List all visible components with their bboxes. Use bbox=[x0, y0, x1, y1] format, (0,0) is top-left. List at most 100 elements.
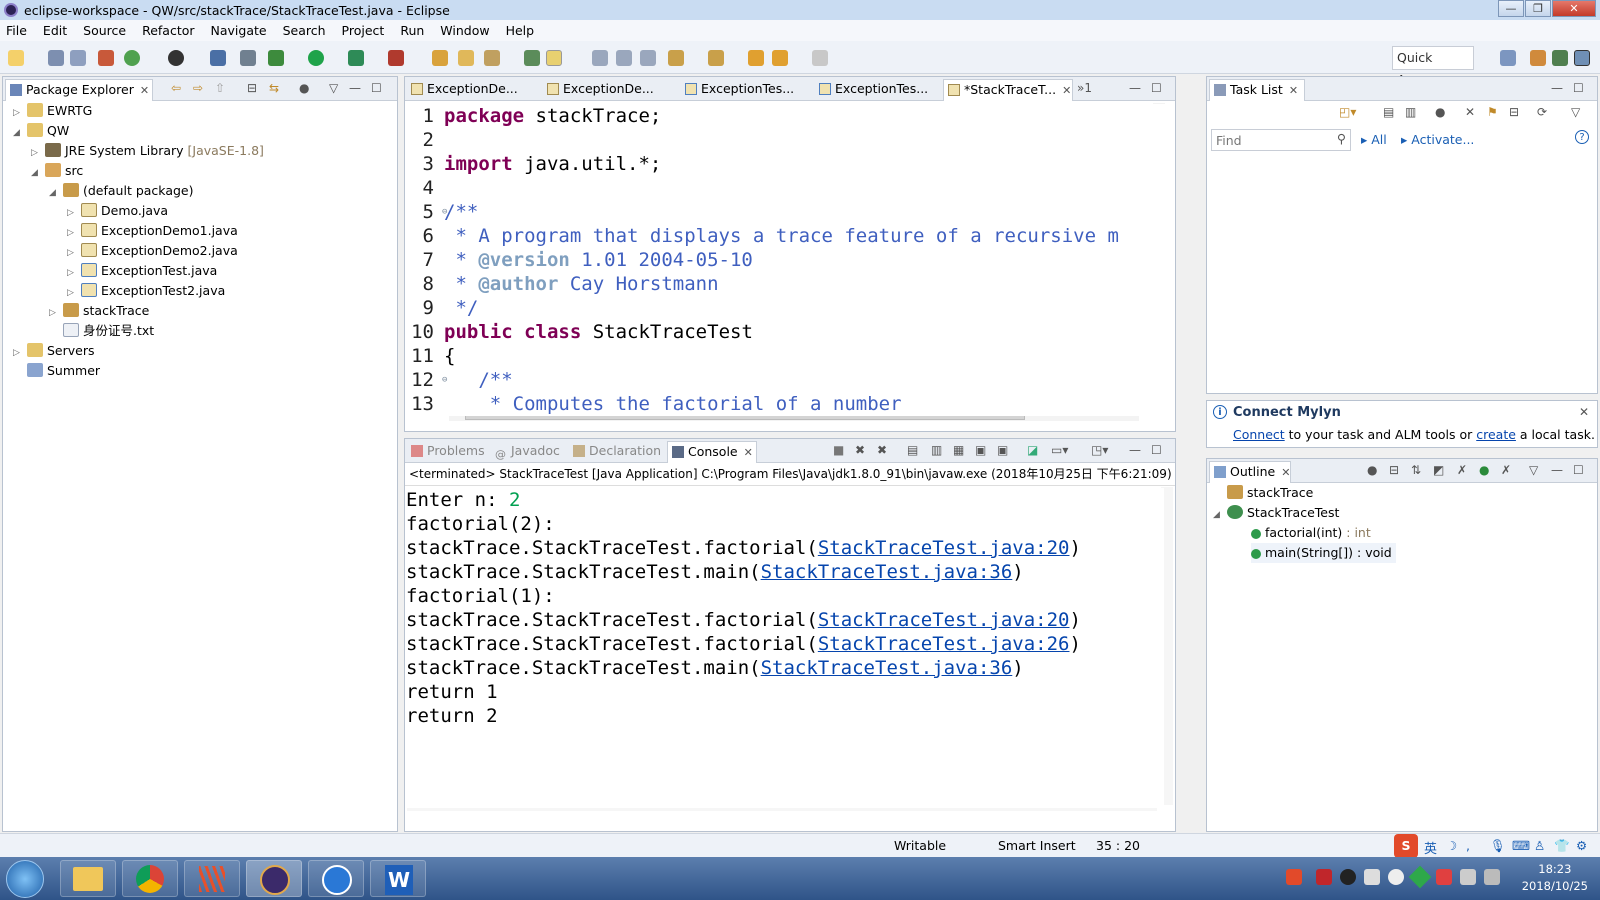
tab-package-explorer[interactable]: Package Explorer ✕ bbox=[5, 79, 153, 101]
pin-console-icon[interactable]: ◪ bbox=[1027, 443, 1038, 457]
all-link[interactable]: ▸ All bbox=[1361, 132, 1387, 147]
code-line[interactable]: 4 bbox=[406, 176, 1166, 200]
skip-breakpoints-icon[interactable] bbox=[240, 50, 256, 66]
open-task-icon[interactable] bbox=[458, 50, 474, 66]
taskbar-eclipse[interactable] bbox=[246, 860, 302, 897]
tab-declaration[interactable]: Declaration bbox=[569, 441, 665, 463]
settings-icon[interactable]: ⚙ bbox=[1576, 838, 1587, 853]
outline-class[interactable]: ◢ StackTraceTest bbox=[1213, 503, 1339, 523]
new-icon[interactable] bbox=[8, 50, 24, 66]
code-line[interactable]: 2 bbox=[406, 128, 1166, 152]
microphone-icon[interactable]: 🎙 bbox=[1490, 838, 1506, 854]
code-line[interactable]: 3 import java.util.*; bbox=[406, 152, 1166, 176]
close-tab-icon[interactable]: ✕ bbox=[140, 84, 149, 97]
scheduled-icon[interactable]: ▥ bbox=[1405, 105, 1416, 119]
block-selection-icon[interactable] bbox=[592, 50, 608, 66]
server-icon[interactable] bbox=[168, 50, 184, 66]
categorized-icon[interactable]: ▤ bbox=[1383, 105, 1394, 119]
fold-toggle-icon[interactable]: ⊖ bbox=[442, 200, 447, 224]
tree-item-ewrtg[interactable]: ▷ EWRTG bbox=[13, 101, 92, 121]
close-mylyn-icon[interactable]: ✕ bbox=[1579, 405, 1589, 419]
start-button[interactable] bbox=[6, 860, 44, 898]
close-tab-icon[interactable]: ✕ bbox=[1062, 84, 1071, 97]
tab-stacktracetest[interactable]: *StackTraceT... ✕ bbox=[943, 79, 1073, 101]
outline-method-main[interactable]: main(String[]) : void bbox=[1251, 543, 1396, 563]
maximize-view-icon[interactable]: ☐ bbox=[1151, 443, 1162, 457]
run-icon[interactable] bbox=[308, 50, 324, 66]
tree-item-exceptiontest2[interactable]: ▷ ExceptionTest2.java bbox=[67, 281, 225, 301]
tray-network-icon[interactable] bbox=[1364, 869, 1380, 885]
open-console-icon[interactable]: ◳▾ bbox=[1091, 443, 1108, 457]
close-button[interactable]: ✕ bbox=[1552, 0, 1596, 17]
sort-icon[interactable]: ⇅ bbox=[1411, 463, 1421, 477]
stacktrace-link[interactable]: StackTraceTest.java:26 bbox=[818, 633, 1070, 655]
ime-punct-icon[interactable]: , bbox=[1466, 838, 1470, 853]
maximize-view-icon[interactable]: ☐ bbox=[1573, 81, 1584, 95]
fold-toggle-icon[interactable]: ⊖ bbox=[442, 368, 447, 392]
focus-workweek-icon[interactable]: ● bbox=[1435, 105, 1445, 119]
up-nav-icon[interactable]: ⇧ bbox=[215, 81, 225, 95]
user-icon[interactable]: ♙ bbox=[1534, 838, 1545, 853]
code-line[interactable]: 6 * A program that displays a trace feat… bbox=[406, 224, 1166, 248]
focus-icon[interactable]: ● bbox=[299, 81, 309, 95]
code-line[interactable]: 1 package stackTrace; bbox=[406, 104, 1166, 128]
scroll-lock-icon[interactable]: ▥ bbox=[931, 443, 942, 457]
hide-non-public-icon[interactable]: ● bbox=[1479, 463, 1489, 477]
debug-icon[interactable] bbox=[268, 50, 284, 66]
tree-item-servers[interactable]: ▷ Servers bbox=[13, 341, 95, 361]
synchronize-icon[interactable]: ⟳ bbox=[1537, 105, 1547, 119]
menu-file[interactable]: File bbox=[6, 23, 27, 38]
stacktrace-link[interactable]: StackTraceTest.java:20 bbox=[818, 537, 1070, 559]
open-type-icon[interactable] bbox=[432, 50, 448, 66]
display-console-icon[interactable]: ▭▾ bbox=[1051, 443, 1068, 457]
tree-item-stacktrace[interactable]: ▷ stackTrace bbox=[49, 301, 149, 321]
code-line[interactable]: 5 ⊖/** bbox=[406, 200, 1166, 224]
minimize-view-icon[interactable]: — bbox=[1551, 463, 1563, 477]
next-annotation-icon[interactable] bbox=[668, 50, 684, 66]
menu-run[interactable]: Run bbox=[400, 23, 424, 38]
help-icon[interactable]: ? bbox=[1575, 130, 1589, 144]
tray-display-icon[interactable] bbox=[1460, 869, 1476, 885]
java-ee-perspective-icon[interactable] bbox=[1530, 50, 1546, 66]
open-perspective-icon[interactable] bbox=[1500, 50, 1516, 66]
minimize-view-icon[interactable]: — bbox=[1551, 81, 1563, 95]
menu-refactor[interactable]: Refactor bbox=[142, 23, 194, 38]
back-icon[interactable] bbox=[772, 50, 788, 66]
tab-console[interactable]: Console ✕ bbox=[667, 441, 757, 463]
code-line[interactable]: 10 public class StackTraceTest bbox=[406, 320, 1166, 344]
previous-annotation-icon[interactable] bbox=[708, 50, 724, 66]
refresh-icon[interactable] bbox=[124, 50, 140, 66]
tab-editor-1[interactable]: ExceptionDe... bbox=[407, 79, 541, 101]
new-java-package-icon[interactable] bbox=[98, 50, 114, 66]
maximize-view-icon[interactable]: ☐ bbox=[371, 81, 382, 95]
forward-nav-icon[interactable]: ⇨ bbox=[193, 81, 203, 95]
tree-item-exceptiondemo2[interactable]: ▷ ExceptionDemo2.java bbox=[67, 241, 238, 261]
minimize-view-icon[interactable]: — bbox=[1129, 81, 1141, 95]
save-all-icon[interactable] bbox=[70, 50, 86, 66]
remove-launch-icon[interactable]: ✖ bbox=[855, 443, 865, 457]
tree-item-exceptiontest[interactable]: ▷ ExceptionTest.java bbox=[67, 261, 217, 281]
code-editor[interactable]: 1 package stackTrace; 2 3 import java.util.*… bbox=[406, 104, 1166, 416]
word-wrap-icon[interactable]: ▦ bbox=[953, 443, 964, 457]
link-with-editor-icon[interactable]: ⇆ bbox=[269, 81, 279, 95]
clear-console-icon[interactable]: ▤ bbox=[907, 443, 918, 457]
terminal-icon[interactable] bbox=[210, 50, 226, 66]
annotation-icon[interactable] bbox=[524, 50, 540, 66]
tree-item-src[interactable]: ◢ src bbox=[31, 161, 83, 181]
new-task-icon[interactable]: ◰▾ bbox=[1339, 105, 1356, 119]
show-on-stderr-icon[interactable]: ▣ bbox=[997, 443, 1008, 457]
tree-item-default-package[interactable]: ◢ (default package) bbox=[49, 181, 193, 201]
collapse-all-icon[interactable]: ⊟ bbox=[1509, 105, 1519, 119]
code-line[interactable]: 9 */ bbox=[406, 296, 1166, 320]
coverage-icon[interactable] bbox=[348, 50, 364, 66]
console-output[interactable]: Enter n: 2 factorial(2): stackTrace.StackT… bbox=[406, 488, 1164, 808]
connect-link[interactable]: Connect bbox=[1233, 427, 1285, 442]
taskbar-chrome[interactable] bbox=[122, 860, 178, 897]
tab-task-list[interactable]: Task List ✕ bbox=[1209, 79, 1305, 101]
taskbar-word[interactable]: W bbox=[370, 860, 426, 897]
show-whitespace-icon[interactable] bbox=[616, 50, 632, 66]
ime-language[interactable]: 英 bbox=[1424, 838, 1437, 857]
keyboard-icon[interactable]: ⌨ bbox=[1512, 838, 1530, 853]
filter-icon[interactable]: ⚑ bbox=[1487, 105, 1498, 119]
maximize-view-icon[interactable]: ☐ bbox=[1151, 81, 1162, 95]
